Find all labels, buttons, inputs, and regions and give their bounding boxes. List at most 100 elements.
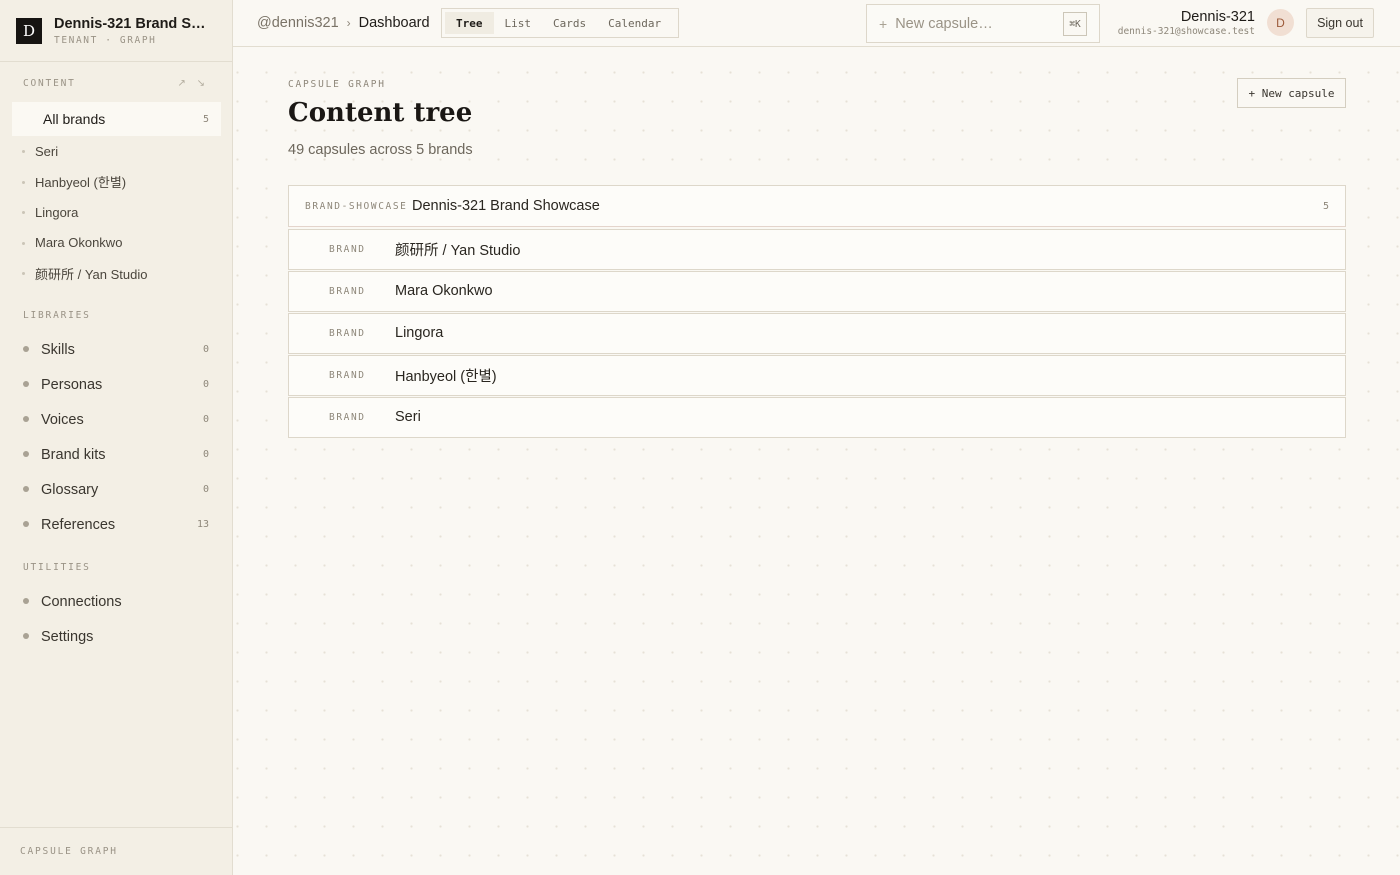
sidebar-item-glossary[interactable]: Glossary 0 (0, 472, 233, 507)
utilities-list: Connections Settings (0, 584, 233, 654)
sidebar-item-brand[interactable]: 颜研所 / Yan Studio (0, 258, 233, 289)
bullet-icon (23, 598, 29, 604)
bullet-icon (23, 451, 29, 457)
all-brands-count: 5 (202, 113, 209, 125)
sidebar-item-label: Skills (41, 341, 75, 358)
libraries-section-label: LIBRARIES (23, 310, 91, 321)
main-content: CAPSULE GRAPH Content tree 49 capsules a… (234, 48, 1400, 875)
expand-collapse-icons[interactable]: ↗ ↘ (177, 78, 233, 89)
breadcrumb-current: Dashboard (358, 15, 430, 31)
sidebar-item-personas[interactable]: Personas 0 (0, 367, 233, 402)
node-count: 5 (1322, 200, 1329, 212)
tenant-name: Dennis-321 Brand Showcase (54, 15, 214, 32)
sidebar-item-label: Connections (41, 593, 122, 610)
sidebar-item-brand[interactable]: Seri (0, 136, 233, 167)
sidebar-item-voices[interactable]: Voices 0 (0, 402, 233, 437)
bullet-icon (23, 381, 29, 387)
sidebar-item-brand[interactable]: Lingora (0, 197, 233, 228)
view-switcher: Tree List Cards Calendar (441, 8, 679, 38)
libraries-list: Skills 0 Personas 0 Voices 0 Brand kits 0 Gl… (0, 332, 233, 542)
sidebar-item-label: 颜研所 / Yan Studio (35, 266, 148, 282)
sidebar-item-count: 0 (202, 379, 209, 390)
top-bar: @dennis321 › Dashboard Tree List Cards C… (233, 0, 1400, 47)
avatar[interactable]: D (1267, 9, 1294, 36)
sidebar: D Dennis-321 Brand Showcase TENANT · GRA… (0, 0, 233, 875)
tenant-logo: D (16, 17, 42, 44)
new-capsule-button[interactable]: + New capsule (1237, 78, 1346, 108)
sidebar-item-connections[interactable]: Connections (0, 584, 233, 619)
bullet-icon (23, 486, 29, 492)
sidebar-item-label: Seri (35, 143, 59, 159)
node-name: Lingora (395, 325, 444, 341)
node-kind: BRAND (329, 285, 366, 297)
tab-cards[interactable]: Cards (542, 12, 597, 34)
node-kind: BRAND (329, 369, 366, 381)
breadcrumb-user[interactable]: @dennis321 (257, 15, 339, 31)
shortcut-badge: ⌘K (1063, 12, 1087, 36)
sidebar-item-brand-kits[interactable]: Brand kits 0 (0, 437, 233, 472)
tree-row[interactable]: BRAND Seri (288, 396, 1346, 438)
bullet-icon (23, 633, 29, 639)
sidebar-item-label: Glossary (41, 481, 99, 498)
tree-row[interactable]: BRAND 颜研所 / Yan Studio (288, 228, 1346, 270)
tree-row-root[interactable]: BRAND-SHOWCASE Dennis-321 Brand Showcase… (288, 185, 1346, 227)
brand-list: Seri Hanbyeol (한별) Lingora Mara Okonkwo … (0, 136, 233, 289)
sidebar-item-label: Lingora (35, 204, 79, 220)
page-subtitle: 49 capsules across 5 brands (288, 142, 473, 158)
dot-icon (22, 180, 25, 184)
tree-row[interactable]: BRAND Mara Okonkwo (288, 270, 1346, 312)
sidebar-item-skills[interactable]: Skills 0 (0, 332, 233, 367)
sidebar-item-label: Brand kits (41, 446, 106, 463)
sidebar-item-label: Settings (41, 628, 94, 645)
sidebar-item-label: Mara Okonkwo (35, 235, 123, 251)
tab-list[interactable]: List (494, 12, 543, 34)
sidebar-item-label: Personas (41, 376, 103, 393)
sidebar-item-label: References (41, 516, 116, 533)
node-name: Hanbyeol (한별) (395, 368, 497, 385)
page-eyebrow: CAPSULE GRAPH (288, 79, 386, 90)
node-kind: BRAND (329, 411, 366, 423)
breadcrumb: @dennis321 › Dashboard (257, 15, 430, 31)
sidebar-item-label: Voices (41, 411, 84, 428)
user-info: Dennis-321 dennis-321@showcase.test (1118, 9, 1255, 37)
bullet-icon (23, 416, 29, 422)
dot-icon (22, 241, 25, 245)
user-email: dennis-321@showcase.test (1117, 26, 1255, 37)
content-section-label: CONTENT (23, 78, 76, 89)
node-name: Mara Okonkwo (395, 283, 493, 299)
sidebar-item-brand[interactable]: Hanbyeol (한별) (0, 167, 233, 198)
plus-icon: + (879, 15, 888, 32)
sidebar-item-count: 0 (202, 449, 209, 460)
node-name: Seri (395, 409, 421, 425)
bullet-icon (23, 346, 29, 352)
tree-row[interactable]: BRAND Lingora (288, 312, 1346, 354)
utilities-section-label: UTILITIES (23, 562, 91, 573)
node-kind: BRAND-SHOWCASE (305, 200, 408, 212)
sidebar-item-all-brands[interactable]: All brands 5 (12, 102, 221, 136)
new-capsule-input[interactable] (895, 15, 1046, 32)
node-name: 颜研所 / Yan Studio (395, 242, 521, 259)
sign-out-button[interactable]: Sign out (1306, 8, 1374, 38)
user-name: Dennis-321 (1180, 9, 1255, 25)
tenant-subtitle: TENANT · GRAPH (54, 34, 157, 46)
node-name: Dennis-321 Brand Showcase (412, 198, 600, 214)
dot-icon (22, 211, 25, 214)
sidebar-item-settings[interactable]: Settings (0, 619, 233, 654)
sidebar-footer: CAPSULE GRAPH (0, 827, 233, 875)
page-title: Content tree (288, 98, 473, 128)
sidebar-item-brand[interactable]: Mara Okonkwo (0, 228, 233, 259)
sidebar-item-label: All brands (43, 111, 106, 127)
sidebar-item-label: Hanbyeol (한별) (35, 175, 127, 191)
new-capsule-field[interactable]: + ⌘K (866, 4, 1100, 43)
dot-icon (22, 150, 25, 153)
sidebar-item-count: 0 (202, 484, 209, 495)
sidebar-item-count: 13 (196, 519, 209, 530)
tree-row[interactable]: BRAND Hanbyeol (한별) (288, 354, 1346, 396)
sidebar-item-references[interactable]: References 13 (0, 507, 233, 542)
sidebar-item-count: 0 (202, 344, 209, 355)
tenant-header[interactable]: D Dennis-321 Brand Showcase TENANT · GRA… (0, 0, 232, 62)
chevron-right-icon: › (346, 16, 351, 30)
tab-tree[interactable]: Tree (445, 12, 494, 34)
tab-calendar[interactable]: Calendar (597, 12, 672, 34)
node-kind: BRAND (329, 327, 366, 339)
